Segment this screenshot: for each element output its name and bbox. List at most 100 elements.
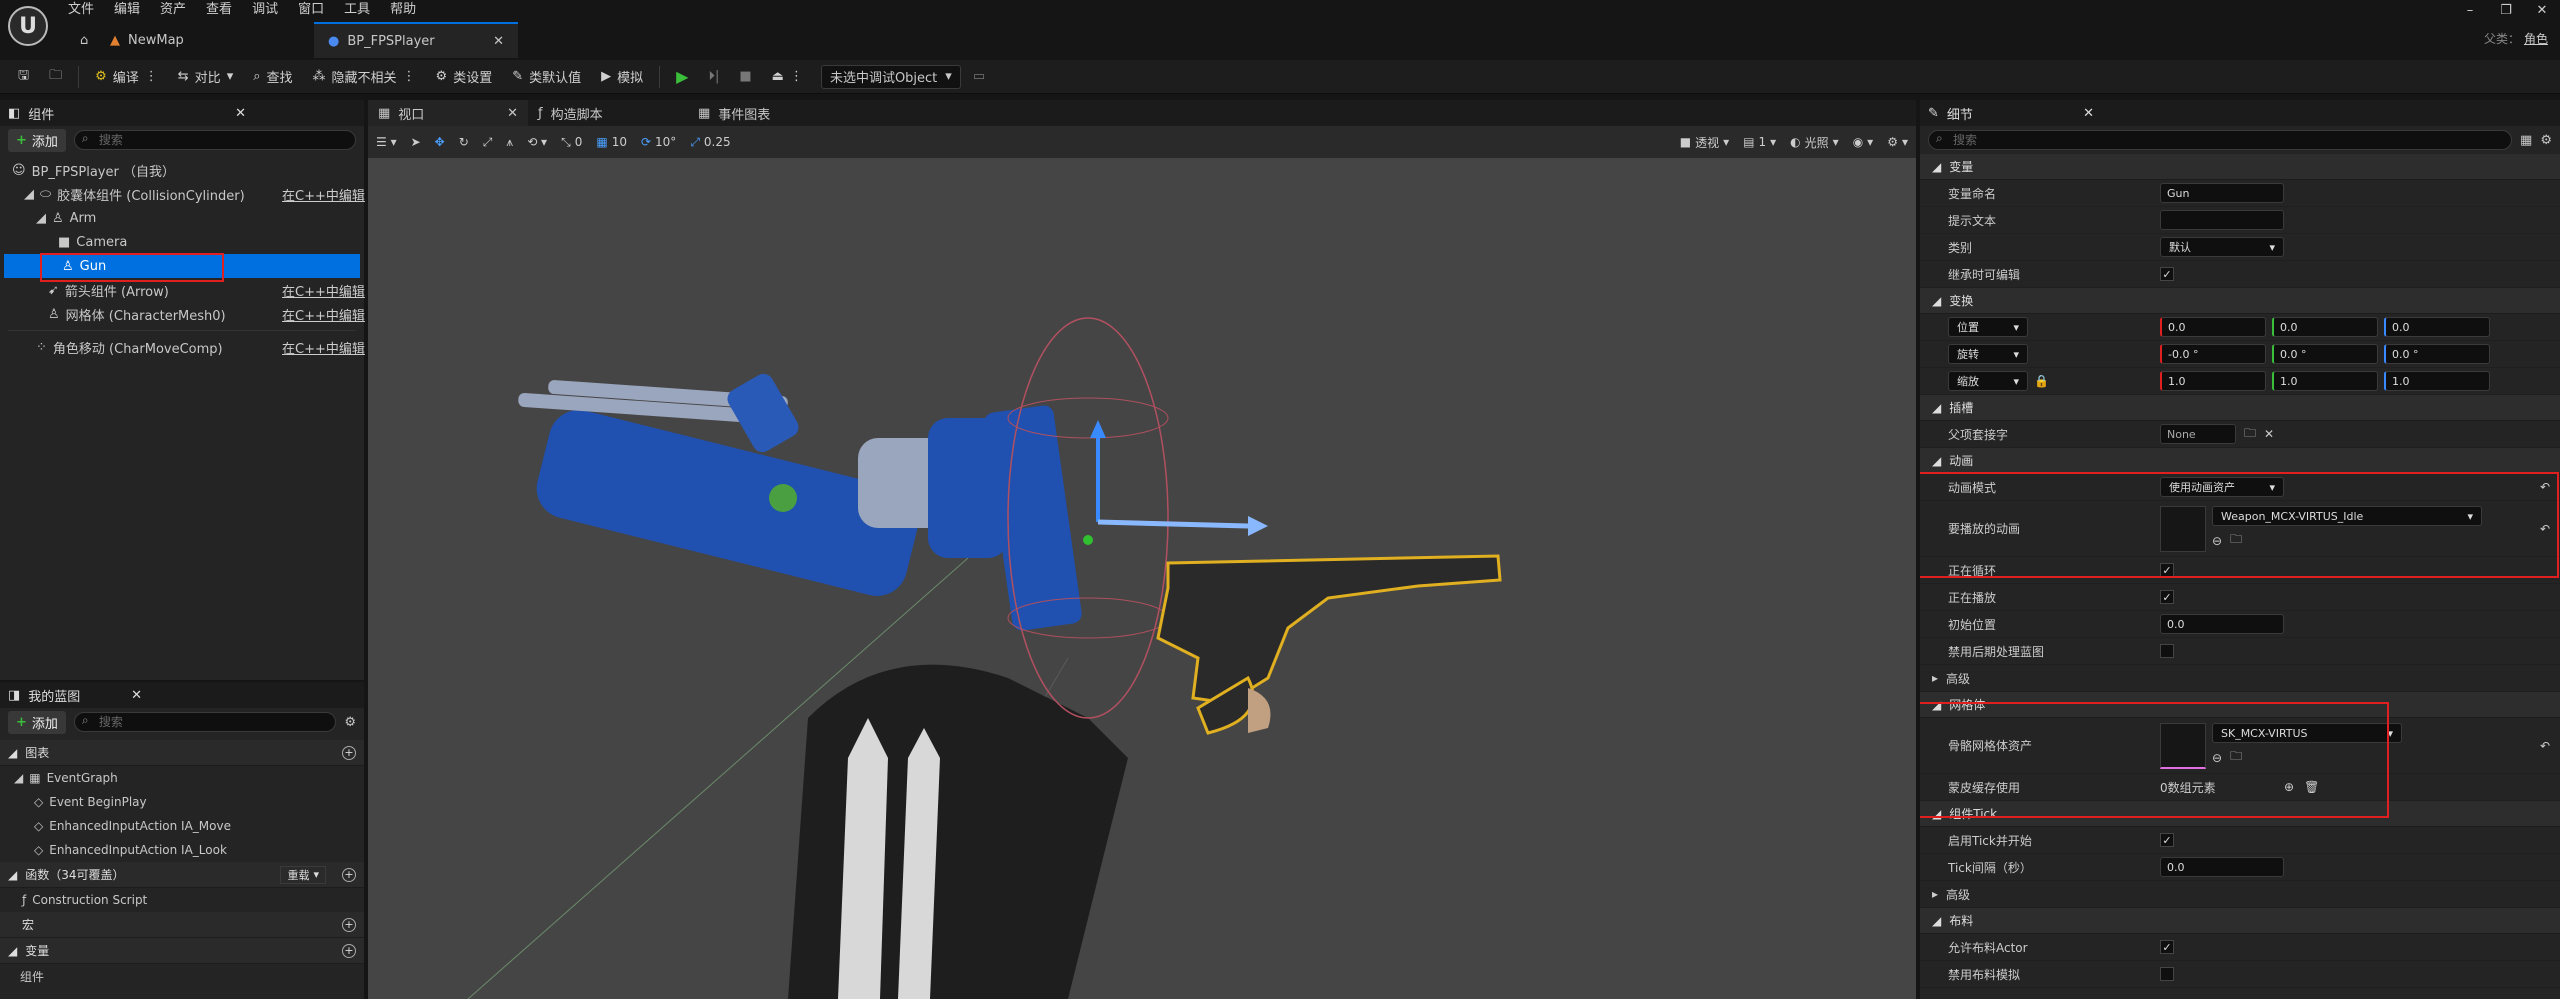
menu-asset[interactable]: 资产 bbox=[150, 0, 196, 20]
scale-y-input[interactable]: 1.0 bbox=[2272, 371, 2378, 391]
expand-icon[interactable]: ◢ bbox=[36, 211, 46, 226]
override-dropdown[interactable]: 重载 ▾ bbox=[280, 865, 326, 884]
minimize-icon[interactable]: – bbox=[2452, 3, 2488, 18]
view-options-button[interactable]: ☰ ▾ bbox=[376, 135, 397, 149]
macros-section[interactable]: 宏 + bbox=[0, 912, 364, 938]
disable-cloth-checkbox[interactable] bbox=[2160, 967, 2174, 981]
gizmo-y-axis[interactable] bbox=[1097, 519, 1249, 529]
add-component-button[interactable]: + 添加 bbox=[8, 128, 66, 152]
var-name-input[interactable]: Gun bbox=[2160, 183, 2284, 203]
expand-icon[interactable]: ◢ bbox=[24, 187, 34, 202]
grid-snap-button[interactable]: ▦ 10 bbox=[596, 135, 627, 149]
close-window-icon[interactable]: ✕ bbox=[2524, 3, 2560, 18]
save-button[interactable]: 🖫 bbox=[10, 63, 37, 91]
parent-socket-input[interactable]: None bbox=[2160, 424, 2236, 444]
compile-button[interactable]: ⚙ 编译 ⋮ bbox=[87, 63, 166, 91]
construction-script-item[interactable]: ƒ Construction Script bbox=[0, 888, 364, 912]
edit-in-cpp-link[interactable]: 在C++中编辑 bbox=[282, 338, 365, 357]
tab-viewport[interactable]: ▦ 视口 ✕ bbox=[368, 100, 528, 126]
event-graph-item[interactable]: ◢ ▦ EventGraph bbox=[0, 766, 364, 790]
more-icon[interactable]: ⋮ bbox=[145, 69, 158, 84]
section-animation[interactable]: ◢ 动画 bbox=[1920, 448, 2560, 474]
section-variable[interactable]: ◢ 变量 bbox=[1920, 154, 2560, 180]
location-x-input[interactable]: 0.0 bbox=[2160, 317, 2266, 337]
gizmo-y-arrow[interactable] bbox=[1248, 516, 1268, 536]
components-search-input[interactable]: 搜索 bbox=[73, 130, 356, 150]
disable-post-checkbox[interactable] bbox=[2160, 644, 2174, 658]
category-dropdown[interactable]: 默认 ▾ bbox=[2160, 237, 2284, 257]
table-view-icon[interactable]: ▦ bbox=[2520, 133, 2532, 148]
snap-angle-button[interactable]: ⤡ 0 bbox=[561, 135, 582, 150]
more-icon[interactable]: ⋮ bbox=[403, 69, 416, 84]
menu-file[interactable]: 文件 bbox=[58, 0, 104, 20]
functions-section[interactable]: ◢ 函数（34可覆盖） 重载 ▾ + bbox=[0, 862, 364, 888]
lock-icon[interactable]: 🔒 bbox=[2034, 374, 2049, 388]
tick-start-checkbox[interactable]: ✓ bbox=[2160, 833, 2174, 847]
gear-icon[interactable]: ⚙ bbox=[2540, 133, 2552, 148]
lit-button[interactable]: ◐ 光照 ▾ bbox=[1790, 134, 1839, 151]
scale-z-input[interactable]: 1.0 bbox=[2384, 371, 2490, 391]
variables-section[interactable]: ◢ 变量 + bbox=[0, 938, 364, 964]
tab-bp-fpsplayer[interactable]: ● BP_FPSPlayer ✕ bbox=[314, 22, 518, 58]
rotation-y-input[interactable]: 0.0 ° bbox=[2272, 344, 2378, 364]
gear-icon[interactable]: ⚙ bbox=[344, 715, 356, 730]
tab-construction-script[interactable]: ƒ 构造脚本 bbox=[528, 100, 688, 126]
layout-button[interactable]: ▤ 1 ▾ bbox=[1743, 135, 1776, 149]
translate-icon[interactable]: ✥ bbox=[435, 135, 445, 149]
rotation-dropdown[interactable]: 旋转 ▾ bbox=[1948, 344, 2028, 364]
menu-help[interactable]: 帮助 bbox=[380, 0, 426, 20]
play-button[interactable]: ▶ bbox=[668, 63, 696, 91]
add-blueprint-item-button[interactable]: + 添加 bbox=[8, 710, 66, 734]
viewport[interactable]: ☰ ▾ ➤ ✥ ↻ ⤢ ⩚ ⟲ ▾ ⤡ 0 ▦ 10 ⟳ 10° ⤢ 0.25 ■ 透视 ▾… bbox=[368, 126, 1916, 999]
add-circle-icon[interactable]: + bbox=[342, 745, 356, 760]
debug-icon-button[interactable]: ▭ bbox=[965, 63, 993, 91]
graphs-section[interactable]: ◢ 图表 + bbox=[0, 740, 364, 766]
simulate-button[interactable]: ▶ 模拟 bbox=[593, 63, 651, 91]
find-button[interactable]: ⌕ 查找 bbox=[245, 63, 300, 91]
tree-item-arm[interactable]: ◢ ♙ Arm bbox=[0, 206, 364, 230]
diff-button[interactable]: ⇆ 对比 ▾ bbox=[170, 63, 241, 91]
section-cloth[interactable]: ◢ 布料 bbox=[1920, 908, 2560, 934]
close-icon[interactable]: ✕ bbox=[2083, 106, 2094, 121]
components-subsection[interactable]: 组件 bbox=[0, 964, 364, 988]
tree-item-mesh[interactable]: ♙ 网格体 (CharacterMesh0) 在C++中编辑 bbox=[0, 302, 365, 326]
stop-button[interactable]: ■ bbox=[731, 63, 759, 91]
unreal-logo-icon[interactable]: U bbox=[8, 6, 48, 46]
gizmo-z-arrow[interactable] bbox=[1090, 420, 1106, 438]
surface-snap-icon[interactable]: ⩚ bbox=[506, 135, 513, 150]
add-circle-icon[interactable]: + bbox=[342, 917, 356, 932]
browse-button[interactable]: 🗀 bbox=[41, 63, 70, 91]
edit-in-cpp-link[interactable]: 在C++中编辑 bbox=[282, 185, 365, 204]
location-dropdown[interactable]: 位置 ▾ bbox=[1948, 317, 2028, 337]
close-icon[interactable]: ✕ bbox=[507, 106, 518, 121]
editable-checkbox[interactable]: ✓ bbox=[2160, 267, 2174, 281]
init-pos-input[interactable]: 0.0 bbox=[2160, 614, 2284, 634]
close-icon[interactable]: ✕ bbox=[131, 688, 142, 703]
scale-x-input[interactable]: 1.0 bbox=[2160, 371, 2266, 391]
tree-item-root[interactable]: ☺ BP_FPSPlayer （自我） bbox=[0, 158, 364, 182]
location-z-input[interactable]: 0.0 bbox=[2384, 317, 2490, 337]
event-item[interactable]: ◇ EnhancedInputAction IA_Look bbox=[0, 838, 364, 862]
rotate-icon[interactable]: ↻ bbox=[459, 135, 469, 149]
scale-dropdown[interactable]: 缩放 ▾ bbox=[1948, 371, 2028, 391]
tab-newmap[interactable]: ▲ NewMap bbox=[96, 22, 198, 58]
scale-icon[interactable]: ⤢ bbox=[483, 135, 493, 150]
restore-icon[interactable]: ❐ bbox=[2488, 3, 2524, 18]
rotation-z-input[interactable]: 0.0 ° bbox=[2384, 344, 2490, 364]
rotation-snap-button[interactable]: ⟳ 10° bbox=[641, 135, 676, 149]
more-icon[interactable]: ⋮ bbox=[790, 69, 803, 84]
settings-button[interactable]: ⚙ ▾ bbox=[1887, 135, 1908, 149]
playing-checkbox[interactable]: ✓ bbox=[2160, 590, 2174, 604]
scale-snap-button[interactable]: ⤢ 0.25 bbox=[690, 135, 730, 150]
perspective-button[interactable]: ■ 透视 ▾ bbox=[1680, 134, 1729, 151]
advanced-toggle[interactable]: ▸ 高级 bbox=[1920, 881, 2560, 908]
tab-event-graph[interactable]: ▦ 事件图表 bbox=[688, 100, 848, 126]
tree-item-capsule[interactable]: ◢ ⬭ 胶囊体组件 (CollisionCylinder) 在C++中编辑 bbox=[0, 182, 365, 206]
parent-class-link[interactable]: 角色 bbox=[2524, 30, 2548, 47]
tree-item-camera[interactable]: ■ Camera bbox=[0, 230, 364, 254]
details-search-input[interactable]: 搜索 bbox=[1928, 130, 2513, 150]
show-button[interactable]: ◉ ▾ bbox=[1853, 135, 1874, 149]
world-local-button[interactable]: ⟲ ▾ bbox=[527, 135, 547, 149]
menu-view[interactable]: 查看 bbox=[196, 0, 242, 20]
browse-icon[interactable]: 🗀 bbox=[2244, 424, 2256, 445]
